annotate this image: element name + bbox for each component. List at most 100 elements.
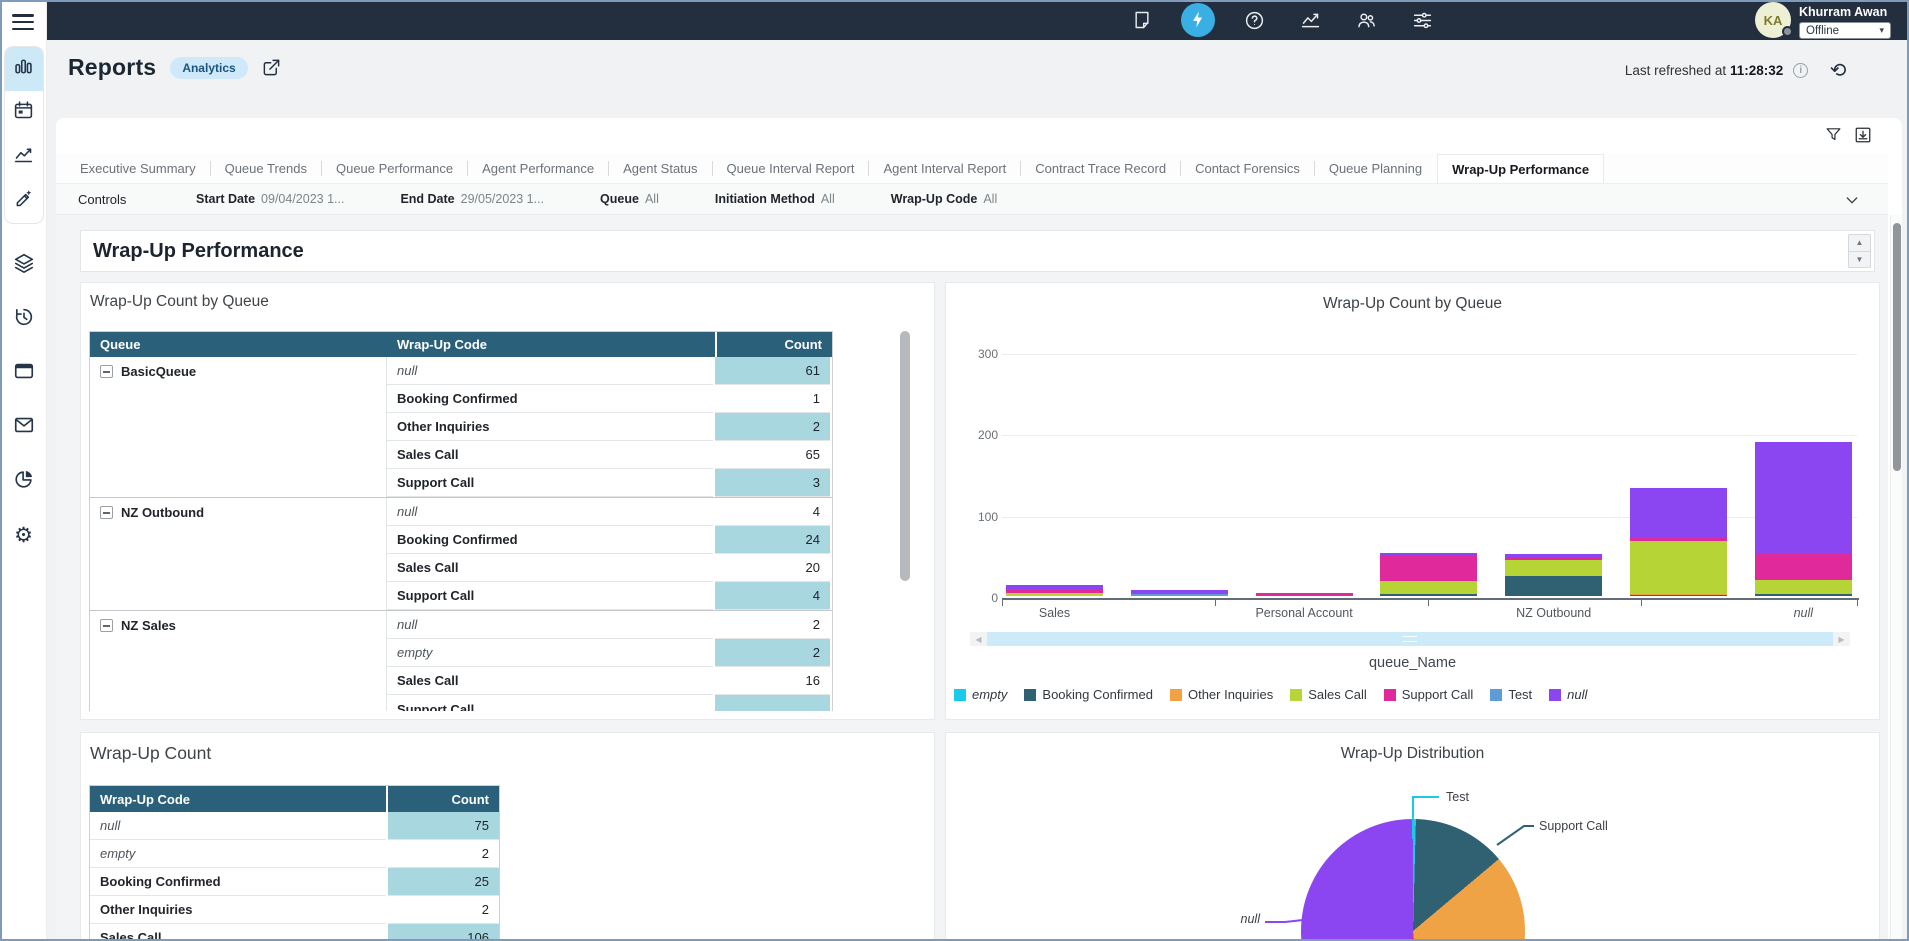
column-header-wrapup-code[interactable]: Wrap-Up Code bbox=[387, 337, 487, 352]
stacked-bar[interactable] bbox=[1131, 590, 1228, 597]
column-header-count[interactable]: Count bbox=[388, 786, 499, 812]
bar-segment-support-call[interactable] bbox=[1256, 594, 1353, 596]
stacked-bar[interactable] bbox=[1755, 442, 1852, 596]
pie-chart[interactable] bbox=[1301, 819, 1525, 941]
control-chip-end-date[interactable]: End Date29/05/2023 1... bbox=[400, 192, 544, 206]
tab-agent-performance[interactable]: Agent Performance bbox=[468, 154, 608, 183]
legend-item-sales-call[interactable]: Sales Call bbox=[1290, 687, 1367, 702]
table-row[interactable]: Booking Confirmed25 bbox=[90, 868, 499, 896]
table-row[interactable]: null4 bbox=[387, 498, 832, 526]
sidebar-item-schedule[interactable] bbox=[5, 91, 43, 135]
bar-segment-sales-call[interactable] bbox=[1630, 541, 1727, 594]
hamburger-menu-icon[interactable] bbox=[12, 14, 34, 30]
lightning-icon[interactable] bbox=[1181, 3, 1215, 37]
sidebar-item-settings[interactable]: ⚙ bbox=[0, 508, 47, 562]
status-dropdown[interactable]: Offline ▾ bbox=[1799, 22, 1891, 39]
stacked-bar[interactable] bbox=[1630, 488, 1727, 596]
table-row[interactable]: Support Call4 bbox=[387, 582, 832, 610]
table-row[interactable]: null61 bbox=[387, 357, 832, 385]
legend-item-null[interactable]: null bbox=[1549, 687, 1587, 702]
tab-wrap-up-performance[interactable]: Wrap-Up Performance bbox=[1437, 154, 1604, 183]
stacked-bar[interactable] bbox=[1256, 593, 1353, 596]
legend-item-empty[interactable]: empty bbox=[954, 687, 1007, 702]
control-chip-wrap-up-code[interactable]: Wrap-Up CodeAll bbox=[891, 192, 997, 206]
bar-segment-sales-call[interactable] bbox=[1006, 593, 1103, 596]
sidebar-item-mail[interactable] bbox=[0, 400, 47, 454]
help-icon[interactable] bbox=[1237, 3, 1271, 37]
table-scrollbar[interactable] bbox=[900, 331, 910, 581]
control-chip-queue[interactable]: QueueAll bbox=[600, 192, 659, 206]
controls-collapse-chevron-icon[interactable] bbox=[1844, 192, 1860, 213]
refresh-icon[interactable]: ⟳ bbox=[1830, 60, 1847, 80]
table-row[interactable]: Booking Confirmed1 bbox=[387, 385, 832, 413]
sidebar-item-analytics[interactable] bbox=[5, 135, 43, 179]
contacts-icon[interactable] bbox=[1349, 3, 1383, 37]
control-chip-start-date[interactable]: Start Date09/04/2023 1... bbox=[196, 192, 344, 206]
filter-icon[interactable] bbox=[1825, 126, 1842, 149]
chart-hscrollbar[interactable]: ◀ ▶ bbox=[970, 632, 1850, 646]
bar-segment-sales-call[interactable] bbox=[1755, 580, 1852, 595]
export-icon[interactable] bbox=[1854, 126, 1872, 149]
bar-segment-sales-call[interactable] bbox=[1380, 581, 1477, 594]
table-row[interactable]: empty2 bbox=[387, 639, 832, 667]
bar-segment-support-call[interactable] bbox=[1380, 555, 1477, 581]
table-row[interactable]: Sales Call16 bbox=[387, 667, 832, 695]
bar-segment-booking-confirmed[interactable] bbox=[1630, 595, 1727, 596]
tab-contact-forensics[interactable]: Contact Forensics bbox=[1181, 154, 1314, 183]
column-header-queue[interactable]: Queue bbox=[90, 337, 387, 352]
tab-queue-trends[interactable]: Queue Trends bbox=[211, 154, 321, 183]
bar-segment-booking-confirmed[interactable] bbox=[1505, 576, 1602, 596]
table-row[interactable]: Support Call3 bbox=[387, 469, 832, 497]
bar-segment-support-call[interactable] bbox=[1755, 554, 1852, 580]
collapse-icon[interactable] bbox=[100, 506, 113, 519]
scroll-right-icon[interactable]: ▶ bbox=[1833, 632, 1850, 646]
bar-segment-test[interactable] bbox=[1131, 594, 1228, 596]
notes-icon[interactable] bbox=[1125, 3, 1159, 37]
sidebar-item-workspace[interactable] bbox=[0, 346, 47, 400]
column-header-wrapup-code[interactable]: Wrap-Up Code bbox=[90, 786, 386, 812]
table-row[interactable]: null2 bbox=[387, 611, 832, 639]
stacked-bar[interactable] bbox=[1006, 585, 1103, 596]
tab-queue-planning[interactable]: Queue Planning bbox=[1315, 154, 1436, 183]
sidebar-item-flows[interactable] bbox=[0, 238, 47, 292]
sidebar-item-history[interactable] bbox=[0, 292, 47, 346]
table-row[interactable]: Sales Call20 bbox=[387, 554, 832, 582]
control-chip-initiation-method[interactable]: Initiation MethodAll bbox=[715, 192, 835, 206]
bar-segment-null[interactable] bbox=[1630, 488, 1727, 538]
table-row[interactable]: Booking Confirmed24 bbox=[387, 526, 832, 554]
tab-contract-trace-record[interactable]: Contract Trace Record bbox=[1021, 154, 1180, 183]
spinner-up-icon[interactable]: ▲ bbox=[1849, 235, 1870, 251]
bar-segment-booking-confirmed[interactable] bbox=[1755, 594, 1852, 596]
bar-segment-null[interactable] bbox=[1755, 442, 1852, 554]
stacked-bar[interactable] bbox=[1505, 554, 1602, 596]
external-link-icon[interactable] bbox=[262, 58, 281, 77]
sidebar-item-reports[interactable] bbox=[5, 47, 43, 91]
metrics-icon[interactable] bbox=[1293, 3, 1327, 37]
legend-item-test[interactable]: Test bbox=[1490, 687, 1532, 702]
stacked-bar[interactable] bbox=[1380, 553, 1477, 596]
tab-agent-status[interactable]: Agent Status bbox=[609, 154, 711, 183]
legend-item-booking-confirmed[interactable]: Booking Confirmed bbox=[1024, 687, 1153, 702]
scroll-track[interactable] bbox=[987, 632, 1833, 646]
spinner-down-icon[interactable]: ▼ bbox=[1849, 251, 1870, 268]
tab-agent-interval-report[interactable]: Agent Interval Report bbox=[869, 154, 1020, 183]
channel-settings-icon[interactable] bbox=[1405, 3, 1439, 37]
table-row[interactable]: Sales Call65 bbox=[387, 441, 832, 469]
bar-segment-sales-call[interactable] bbox=[1505, 560, 1602, 576]
collapse-icon[interactable] bbox=[100, 619, 113, 632]
page-scrollbar[interactable] bbox=[1890, 215, 1902, 941]
table-row[interactable]: Support Call bbox=[387, 695, 832, 711]
table-row[interactable]: Other Inquiries2 bbox=[387, 413, 832, 441]
bar-segment-booking-confirmed[interactable] bbox=[1380, 594, 1477, 596]
sidebar-item-insights[interactable] bbox=[0, 454, 47, 508]
legend-item-support-call[interactable]: Support Call bbox=[1384, 687, 1474, 702]
sidebar-item-design[interactable] bbox=[5, 179, 43, 223]
table-row[interactable]: Sales Call106 bbox=[90, 924, 499, 941]
collapse-icon[interactable] bbox=[100, 365, 113, 378]
scroll-left-icon[interactable]: ◀ bbox=[970, 632, 987, 646]
tab-queue-performance[interactable]: Queue Performance bbox=[322, 154, 467, 183]
table-row[interactable]: Other Inquiries2 bbox=[90, 896, 499, 924]
info-icon[interactable]: i bbox=[1793, 63, 1808, 78]
column-header-count[interactable]: Count bbox=[717, 332, 832, 357]
table-row[interactable]: null75 bbox=[90, 812, 499, 840]
